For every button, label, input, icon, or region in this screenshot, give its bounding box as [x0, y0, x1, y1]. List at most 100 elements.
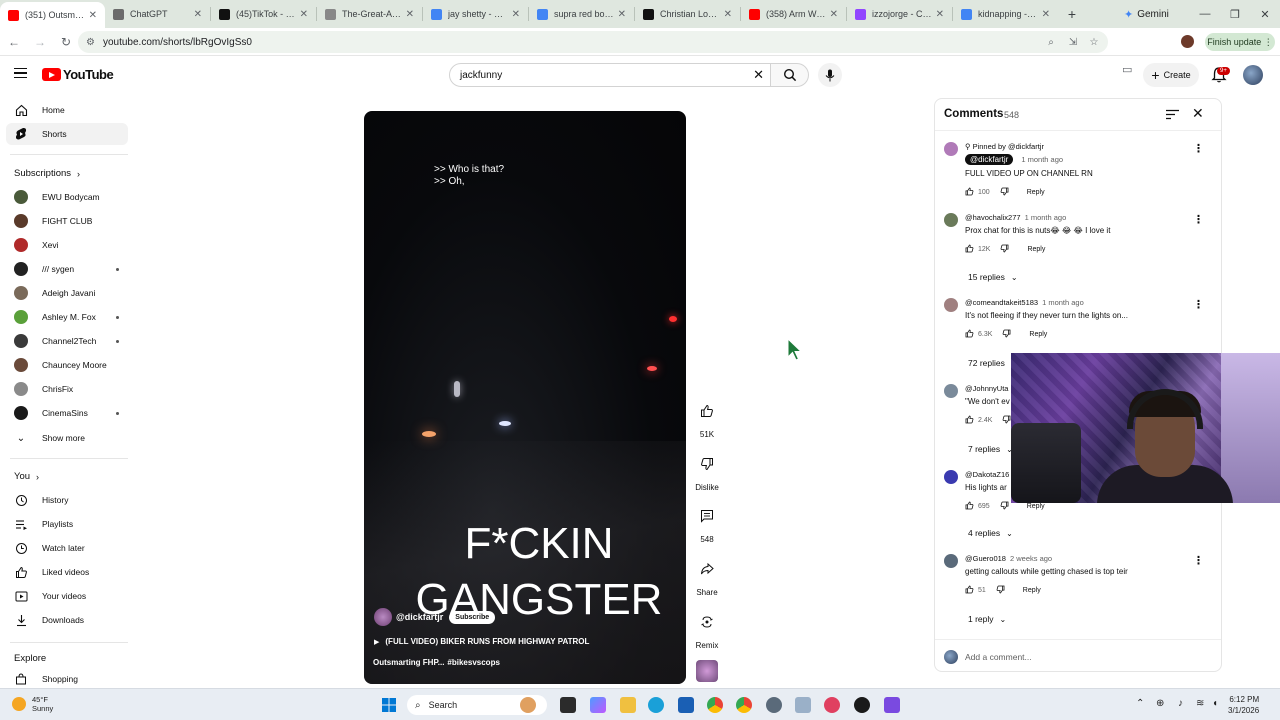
forward-icon[interactable]: → — [28, 30, 52, 54]
view-replies-button[interactable]: 7 replies ⌄ — [968, 444, 1013, 454]
browser-tab[interactable]: Christian Louboutin ✕ — [635, 0, 740, 28]
browser-tab[interactable]: ChatGPT ✕ — [105, 0, 210, 28]
browser-tab[interactable]: kidnapping - Google ✕ — [953, 0, 1058, 28]
comment-like-icon[interactable] — [965, 329, 974, 340]
browser-tab[interactable]: (351) Outsmarting ✕ — [0, 2, 105, 28]
sidebar-item-home[interactable]: Home — [6, 99, 128, 121]
commenter-avatar[interactable] — [944, 470, 958, 484]
close-tab-icon[interactable]: ✕ — [724, 9, 732, 20]
shorts-video-player[interactable]: >> Who is that? >> Oh, F*CKIN GANGSTER @… — [364, 111, 686, 684]
sidebar-item-shorts[interactable]: Shorts — [6, 123, 128, 145]
comments-button[interactable] — [694, 503, 720, 529]
like-button[interactable] — [694, 398, 720, 424]
commenter-avatar[interactable] — [944, 213, 958, 227]
close-comments-icon[interactable]: ✕ — [1192, 105, 1204, 122]
copilot-icon[interactable] — [590, 697, 606, 713]
channel-name[interactable]: @dickfartjr — [396, 612, 443, 622]
sidebar-item-watch-later[interactable]: Watch later — [6, 537, 128, 559]
comment-author[interactable]: @dickfartjr — [965, 154, 1014, 165]
browser-tab[interactable]: jay shetty - Google ✕ — [423, 0, 528, 28]
obs-icon[interactable] — [854, 697, 870, 713]
chrome-icon[interactable] — [707, 697, 723, 713]
dislike-button[interactable] — [694, 451, 720, 477]
windows-start-icon[interactable] — [381, 697, 397, 713]
subscription-item[interactable]: Ashley M. Fox — [6, 306, 128, 328]
close-tab-icon[interactable]: ✕ — [830, 9, 838, 20]
sidebar-item-history[interactable]: History — [6, 489, 128, 511]
music-icon[interactable] — [824, 697, 840, 713]
comment-like-icon[interactable] — [965, 501, 974, 512]
settings-icon[interactable] — [766, 697, 782, 713]
voice-search-button[interactable] — [818, 63, 842, 87]
taskbar-clock[interactable]: 6:12 PM 3/1/2026 — [1228, 694, 1259, 716]
video-description[interactable]: Outsmarting FHP... #bikesvscops — [373, 658, 500, 667]
volume-icon[interactable]: ◖ — [1212, 698, 1218, 709]
comment-author[interactable]: @comeandtakeit5183 — [965, 298, 1038, 307]
view-replies-button[interactable]: 4 replies ⌄ — [968, 528, 1013, 538]
new-tab-button[interactable]: + — [1058, 0, 1086, 28]
add-comment-row[interactable]: Add a comment... — [935, 639, 1221, 671]
commenter-avatar[interactable] — [944, 298, 958, 312]
subscribe-button[interactable]: Subscribe — [449, 610, 496, 624]
comment-author[interactable]: @Guero018 — [965, 554, 1006, 563]
url-bar[interactable]: ⚙ youtube.com/shorts/lbRgOvIgSs0 ⌕ ⇲ ☆ — [78, 31, 1108, 53]
twitch-icon[interactable] — [884, 697, 900, 713]
commenter-avatar[interactable] — [944, 554, 958, 568]
subscription-item[interactable]: Chauncey Moore — [6, 354, 128, 376]
reply-button[interactable]: Reply — [1027, 246, 1045, 253]
search-input[interactable]: jackfunny ✕ — [449, 63, 771, 87]
back-icon[interactable]: ← — [2, 30, 26, 54]
gemini-button[interactable]: ✦ Gemini — [1124, 5, 1169, 23]
account-avatar[interactable] — [1243, 65, 1263, 85]
photos-icon[interactable] — [795, 697, 811, 713]
channel-avatar[interactable] — [374, 608, 392, 626]
sidebar-item-your-videos[interactable]: Your videos — [6, 585, 128, 607]
comment-more-icon[interactable]: ⋮ — [1193, 213, 1204, 226]
you-heading[interactable]: You › — [14, 471, 39, 482]
subscription-item[interactable]: Adeigh Javani — [6, 282, 128, 304]
comment-like-icon[interactable] — [965, 187, 974, 198]
reply-button[interactable]: Reply — [1027, 503, 1045, 510]
remix-button[interactable] — [694, 609, 720, 635]
browser-tab[interactable]: izzojorge - Clips ✕ — [847, 0, 952, 28]
weather-widget[interactable]: 45°F Sunny — [12, 695, 53, 713]
youtube-logo[interactable]: YouTube — [42, 67, 114, 82]
close-tab-icon[interactable]: ✕ — [89, 10, 97, 21]
sidebar-item-downloads[interactable]: Downloads — [6, 609, 128, 631]
mic-tray-icon[interactable]: ♪ — [1178, 698, 1183, 709]
comment-author[interactable]: @DakotaZ16 — [965, 470, 1009, 479]
close-tab-icon[interactable]: ✕ — [1042, 9, 1050, 20]
edge-icon[interactable] — [648, 697, 664, 713]
close-tab-icon[interactable]: ✕ — [936, 9, 944, 20]
comment-dislike-icon[interactable] — [996, 585, 1005, 596]
sound-avatar[interactable] — [696, 660, 718, 682]
sort-icon[interactable] — [1166, 109, 1179, 120]
minimize-button[interactable]: — — [1190, 0, 1220, 28]
hashtag-link[interactable]: #bikesvscops — [447, 658, 499, 667]
network-tray-icon[interactable]: ⊕ — [1156, 698, 1164, 709]
view-replies-button[interactable]: 1 reply ⌄ — [968, 614, 1006, 624]
comment-author[interactable]: @JohnnyUta — [965, 384, 1008, 393]
comment-dislike-icon[interactable] — [1000, 501, 1009, 512]
subscription-item[interactable]: FIGHT CLUB — [6, 210, 128, 232]
reply-button[interactable]: Reply — [1023, 587, 1041, 594]
sidebar-item-playlists[interactable]: Playlists — [6, 513, 128, 535]
maximize-button[interactable]: ❐ — [1220, 0, 1250, 28]
show-more-button[interactable]: ⌄ Show more — [6, 427, 128, 449]
comment-dislike-icon[interactable] — [1002, 329, 1011, 340]
install-icon[interactable]: ⇲ — [1062, 31, 1084, 53]
store-icon[interactable] — [678, 697, 694, 713]
comment-like-icon[interactable] — [965, 415, 974, 426]
close-window-button[interactable]: ✕ — [1250, 0, 1280, 28]
close-tab-icon[interactable]: ✕ — [406, 9, 414, 20]
subscription-item[interactable]: EWU Bodycam — [6, 186, 128, 208]
reply-button[interactable]: Reply — [1027, 189, 1045, 196]
search-button[interactable] — [771, 63, 809, 87]
subscription-item[interactable]: Xevi — [6, 234, 128, 256]
view-replies-button[interactable]: 15 replies ⌄ — [968, 272, 1018, 282]
close-tab-icon[interactable]: ✕ — [300, 9, 308, 20]
finish-update-button[interactable]: Finish update ⋮ — [1205, 33, 1275, 51]
task-view-icon[interactable] — [560, 697, 576, 713]
zoom-icon[interactable]: ⌕ — [1040, 31, 1062, 53]
browser-profile-avatar[interactable] — [1181, 35, 1194, 48]
